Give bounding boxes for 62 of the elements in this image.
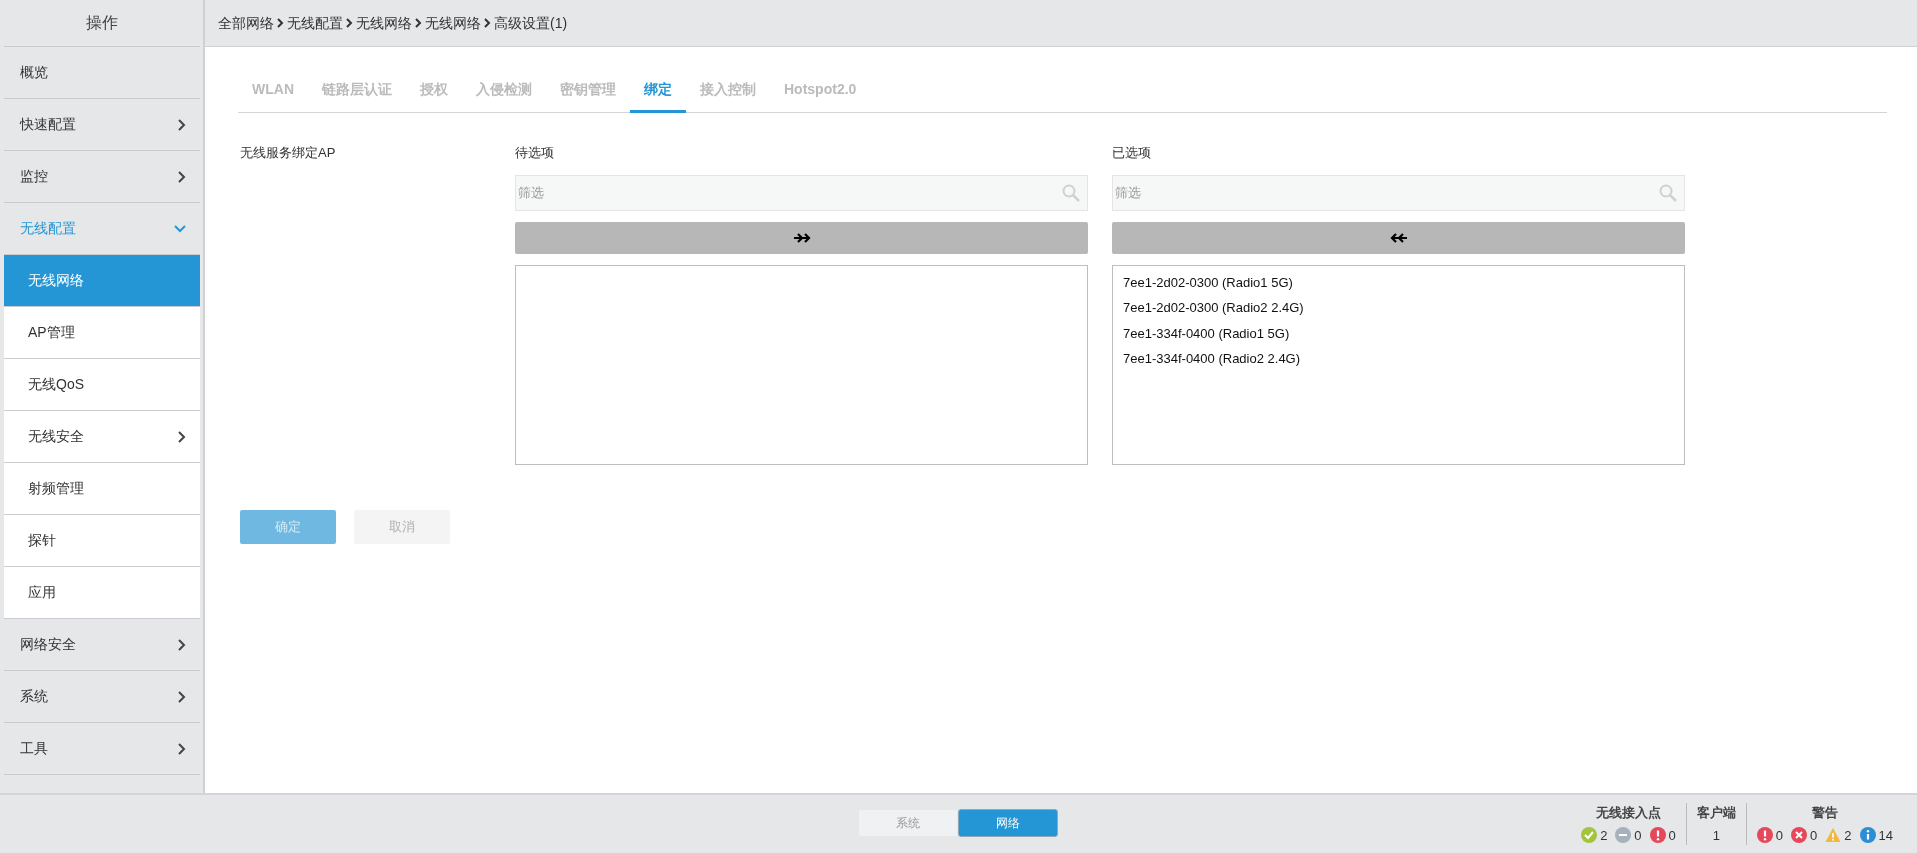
- sidebar-item[interactable]: 系统: [4, 671, 200, 723]
- chevron-right-icon: [484, 18, 491, 28]
- list-item[interactable]: 7ee1-2d02-0300 (Radio2 2.4G): [1113, 295, 1684, 321]
- breadcrumb-link[interactable]: 无线网络: [356, 12, 412, 34]
- panel-title: 待选项: [515, 144, 555, 162]
- sidebar-item[interactable]: 应用: [4, 567, 200, 619]
- chevron-right-icon: [415, 18, 422, 28]
- status-count: 2: [1844, 826, 1852, 845]
- list-item[interactable]: 7ee1-2d02-0300 (Radio1 5G): [1113, 269, 1684, 295]
- status-count: 0: [1810, 826, 1818, 845]
- search-icon: [1659, 183, 1677, 202]
- minus-circle-icon: [1615, 827, 1632, 844]
- status-count: 14: [1878, 826, 1893, 845]
- chevron-right-icon: [178, 638, 186, 651]
- warning-triangle-icon: [1825, 827, 1842, 844]
- sidebar-title: 操作: [4, 0, 200, 47]
- status-title: 警告: [1811, 804, 1838, 822]
- list-item[interactable]: 7ee1-334f-0400 (Radio1 5G): [1113, 320, 1684, 346]
- sidebar-item[interactable]: 无线安全: [4, 411, 200, 463]
- status-count: 0: [1775, 826, 1784, 845]
- filter-field[interactable]: 筛选: [515, 174, 1088, 211]
- breadcrumb-link[interactable]: 全部网络: [218, 12, 274, 34]
- chevron-right-icon: [178, 170, 186, 183]
- list-item[interactable]: 7ee1-334f-0400 (Radio2 2.4G): [1113, 346, 1684, 372]
- double-arrow-right-icon: [792, 230, 811, 245]
- breadcrumb-current: 高级设置(1): [494, 13, 568, 33]
- status-count: 0: [1668, 826, 1676, 845]
- sidebar-item[interactable]: 概览: [4, 47, 200, 99]
- filter-field[interactable]: 筛选: [1112, 174, 1685, 211]
- chevron-right-icon: [178, 430, 186, 443]
- search-icon: [1062, 183, 1080, 202]
- sidebar-item[interactable]: 探针: [4, 515, 200, 567]
- breadcrumb-link[interactable]: 无线配置: [287, 12, 343, 34]
- sidebar-item[interactable]: 工具: [4, 723, 200, 775]
- sidebar-item[interactable]: 快速配置: [4, 99, 200, 151]
- status-title: 客户端: [1696, 804, 1736, 822]
- status-count: 1: [1712, 826, 1720, 845]
- status-count: 2: [1600, 826, 1608, 845]
- panel-title: 已选项: [1112, 144, 1152, 162]
- breadcrumb-link[interactable]: 无线网络: [425, 12, 481, 34]
- sidebar-item[interactable]: 网络安全: [4, 619, 200, 671]
- move-right-button[interactable]: [515, 221, 1088, 254]
- chevron-right-icon: [178, 118, 186, 131]
- exclamation-circle-icon: [1756, 827, 1773, 844]
- sidebar-item[interactable]: 无线QoS: [4, 359, 200, 411]
- status-title: 无线接入点: [1595, 804, 1661, 822]
- chevron-down-icon: [174, 224, 186, 233]
- check-circle-icon: [1581, 827, 1598, 844]
- sidebar-item[interactable]: 射频管理: [4, 463, 200, 515]
- x-circle-icon: [1791, 827, 1808, 844]
- chevron-right-icon: [178, 742, 186, 755]
- chevron-right-icon: [346, 18, 353, 28]
- double-arrow-left-icon: [1389, 230, 1408, 245]
- field-label: 无线服务绑定AP: [240, 144, 337, 162]
- chevron-right-icon: [178, 690, 186, 703]
- exclamation-circle-icon: [1649, 827, 1666, 844]
- move-left-button[interactable]: [1112, 221, 1685, 254]
- status-count: 0: [1634, 826, 1642, 845]
- sidebar-item[interactable]: AP管理: [4, 307, 200, 359]
- chevron-right-icon: [277, 18, 284, 28]
- sidebar-item[interactable]: 监控: [4, 151, 200, 203]
- info-circle-icon: [1859, 827, 1876, 844]
